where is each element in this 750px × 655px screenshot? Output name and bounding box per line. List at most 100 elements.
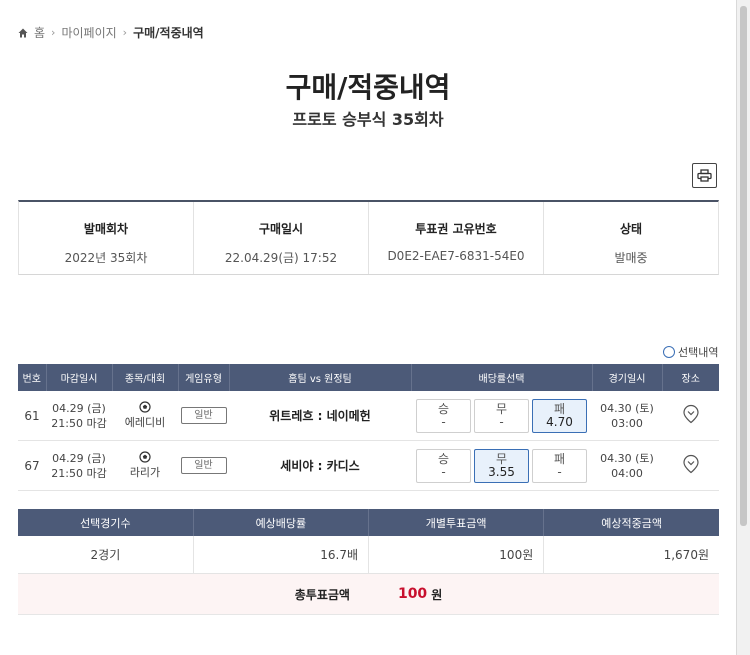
game-type-badge: 일반: [180, 457, 227, 474]
league-cell: 에레디비: [112, 391, 178, 441]
summary-table: 선택경기수 예상배당률 개별투표금액 예상적중금액 2경기 16.7배 100원…: [18, 509, 719, 574]
content-frame: 홈 › 마이페이지 › 구매/적중내역 구매/적중내역 프로토 승부식 35회차…: [0, 0, 737, 655]
venue-cell: [662, 440, 719, 491]
game-type-cell: 일반: [178, 391, 229, 441]
scrollbar-thumb[interactable]: [740, 6, 747, 526]
header-match-time: 경기일시: [592, 364, 663, 391]
bet-amount: 100원: [368, 536, 545, 574]
home-icon[interactable]: [18, 28, 28, 38]
odds-value: 4.70: [546, 414, 573, 429]
header-venue: 장소: [662, 364, 719, 391]
league-name: 에레디비: [124, 416, 166, 429]
info-round: 발매회차 2022년 35회차: [19, 202, 194, 274]
soccer-ball-icon: [139, 451, 151, 463]
close-date: 04.29 (금): [52, 401, 106, 415]
info-label: 구매일시: [258, 222, 304, 236]
info-value: 2022년 35회차: [64, 251, 148, 265]
odds-label: 패: [553, 401, 566, 416]
odds-label: 무: [495, 401, 508, 416]
odds-draw-button[interactable]: 무-: [474, 398, 529, 433]
expected-payout: 1,670원: [543, 536, 719, 574]
close-time: 21:50 마감: [51, 416, 107, 430]
checkbox-icon[interactable]: [663, 346, 675, 358]
info-value: 22.04.29(금) 17:52: [224, 251, 338, 265]
teams-cell: 세비야 : 카디스: [229, 440, 411, 491]
summary-header: 예상배당률: [193, 509, 370, 536]
odds-lose-button[interactable]: 패 4.70: [532, 398, 587, 433]
header-game-type: 게임유형: [178, 364, 230, 391]
odds-win-button[interactable]: 승-: [416, 398, 471, 433]
close-date: 04.29 (금): [52, 451, 106, 465]
game-type-cell: 일반: [178, 440, 229, 491]
match-time: 04:00: [611, 466, 643, 480]
odds-win-button[interactable]: 승-: [416, 448, 471, 483]
odds-value: -: [441, 464, 446, 479]
info-label: 발매회차: [83, 222, 129, 236]
summary-header-row: 선택경기수 예상배당률 개별투표금액 예상적중금액: [18, 509, 719, 536]
breadcrumb-home[interactable]: 홈: [34, 24, 45, 41]
close-time-cell: 04.29 (금) 21:50 마감: [46, 440, 112, 491]
breadcrumb-current: 구매/적중내역: [133, 26, 204, 40]
match-date: 04.30 (토): [600, 401, 654, 415]
match-time-cell: 04.30 (토) 04:00: [592, 440, 662, 491]
odds-lose-button[interactable]: 패-: [532, 448, 587, 483]
games-header-row: 번호 마감일시 종목/대회 게임유형 홈팀 vs 원정팀 배당률선택 경기일시 …: [18, 364, 719, 391]
teams-cell: 위트레흐 : 네이메헌: [229, 391, 411, 441]
header-odds: 배당률선택: [411, 364, 593, 391]
odds-label: 무: [495, 451, 508, 466]
odds-draw-button[interactable]: 무 3.55: [474, 448, 529, 483]
chevron-right-icon: ›: [51, 26, 56, 39]
total-bet-unit: 원: [431, 587, 443, 602]
info-label: 투표권 고유번호: [415, 222, 497, 236]
printer-icon: [697, 169, 712, 182]
table-row: 67 04.29 (금) 21:50 마감 라리가 일반 세비야 : 카디스 승…: [18, 440, 719, 491]
odds-value: -: [557, 464, 562, 479]
print-button[interactable]: [692, 163, 717, 188]
page-subtitle: 프로토 승부식 35회차: [292, 110, 444, 129]
odds-label: 승: [437, 451, 450, 466]
game-no: 61: [18, 391, 46, 441]
odds-label: 승: [437, 401, 450, 416]
header-close-time: 마감일시: [46, 364, 113, 391]
purchase-info-table: 발매회차 2022년 35회차 구매일시 22.04.29(금) 17:52 투…: [18, 200, 719, 275]
odds-value: 3.55: [488, 464, 515, 479]
chevron-right-icon: ›: [122, 26, 128, 39]
venue-cell: [662, 391, 719, 441]
total-bet-row: 총투표금액 100 원: [18, 574, 719, 615]
summary-header: 예상적중금액: [543, 509, 719, 536]
close-time: 21:50 마감: [51, 466, 107, 480]
match-teams: 세비야 : 카디스: [280, 459, 360, 473]
info-value: D0E2-EAE7-6831-54E0: [387, 249, 525, 263]
summary-row: 2경기 16.7배 100원 1,670원: [18, 536, 719, 574]
match-teams: 위트레흐 : 네이메헌: [269, 409, 371, 423]
match-time: 03:00: [611, 416, 643, 430]
close-time-cell: 04.29 (금) 21:50 마감: [46, 391, 112, 441]
info-purchase-date: 구매일시 22.04.29(금) 17:52: [194, 202, 369, 274]
odds-cell: 승- 무 3.55 패-: [411, 440, 592, 491]
selection-filter-checkbox[interactable]: 선택내역: [663, 344, 718, 360]
info-value: 발매중: [614, 251, 648, 265]
header-league: 종목/대회: [112, 364, 179, 391]
vertical-scrollbar[interactable]: [737, 0, 750, 655]
info-status: 상태 발매중: [544, 202, 718, 274]
breadcrumb-mypage[interactable]: 마이페이지: [61, 24, 116, 41]
location-pin-icon[interactable]: [682, 404, 700, 424]
breadcrumb: 홈 › 마이페이지 › 구매/적중내역: [18, 24, 204, 41]
table-row: 61 04.29 (금) 21:50 마감 에레디비 일반 위트레흐 : 네이메…: [18, 391, 719, 441]
games-table: 번호 마감일시 종목/대회 게임유형 홈팀 vs 원정팀 배당률선택 경기일시 …: [18, 364, 719, 491]
total-bet-label: 총투표금액: [294, 587, 350, 602]
odds-label: 패: [553, 451, 566, 466]
total-bet-amount: 100: [397, 586, 428, 602]
location-pin-icon[interactable]: [682, 454, 700, 474]
game-no: 67: [18, 440, 46, 491]
header-teams: 홈팀 vs 원정팀: [229, 364, 412, 391]
summary-header: 선택경기수: [18, 509, 194, 536]
league-cell: 라리가: [112, 440, 178, 491]
soccer-ball-icon: [139, 401, 151, 413]
selection-filter-label: 선택내역: [678, 346, 719, 359]
info-label: 상태: [619, 222, 643, 236]
odds-value: -: [499, 414, 504, 429]
summary-header: 개별투표금액: [368, 509, 545, 536]
odds-value: -: [441, 414, 446, 429]
odds-cell: 승- 무- 패 4.70: [411, 391, 592, 441]
